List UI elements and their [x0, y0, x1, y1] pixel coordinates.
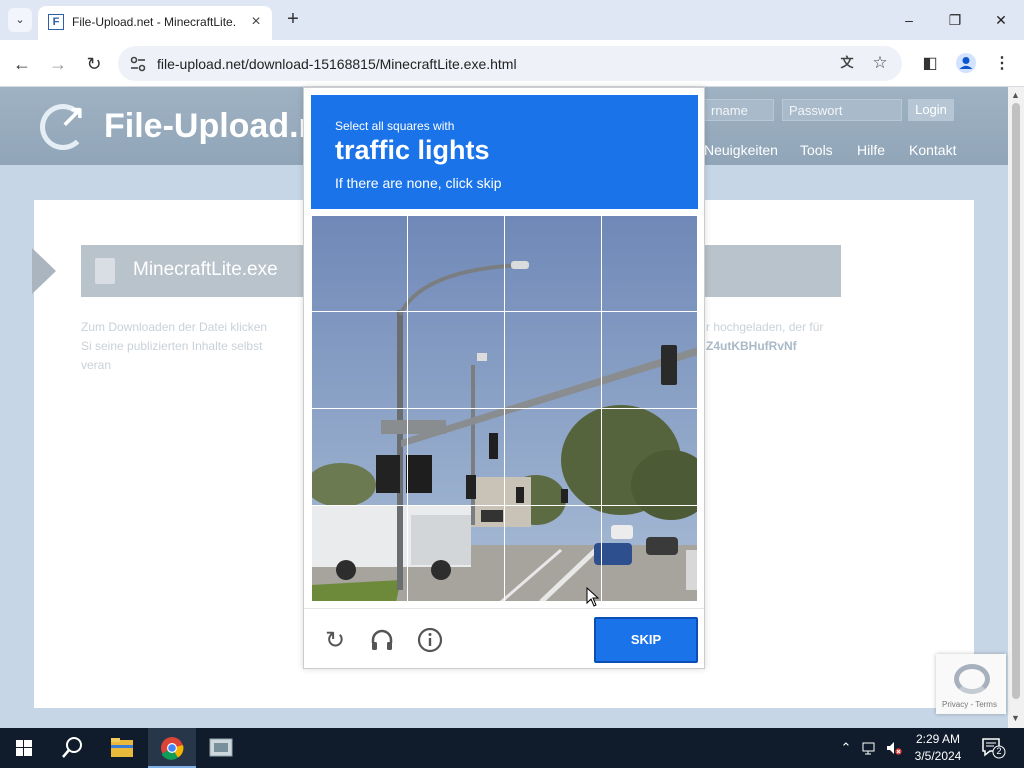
- recaptcha-logo-icon: [954, 664, 990, 694]
- clock-time: 2:29 AM: [915, 732, 961, 746]
- tab-favicon-icon: F: [48, 14, 64, 30]
- headphones-icon[interactable]: [368, 627, 396, 655]
- chevron-up-icon[interactable]: ⌃: [838, 740, 854, 756]
- page-scrollbar[interactable]: ▲ ▼: [1008, 87, 1024, 728]
- info-text-line: r hochgeladen, der für: [706, 320, 824, 334]
- file-explorer-icon[interactable]: [98, 728, 146, 768]
- site-logo[interactable]: File-Upload.n: [104, 107, 319, 146]
- plus-icon[interactable]: +: [282, 8, 304, 30]
- password-field[interactable]: Passwort: [782, 99, 902, 121]
- scroll-thumb[interactable]: [1012, 103, 1020, 699]
- clock-date: 3/5/2024: [914, 749, 962, 763]
- app-window-icon[interactable]: [198, 728, 246, 768]
- download-info-text: Zum Downloaden der Datei klicken Si sein…: [81, 320, 268, 372]
- nav-item-kontakt[interactable]: Kontakt: [909, 142, 956, 158]
- captcha-tile-13[interactable]: [311, 505, 408, 602]
- windows-taskbar: ⌃ 2:29 AM 3/5/2024 2: [0, 728, 1024, 768]
- volume-muted-icon[interactable]: [886, 740, 902, 756]
- logo-arrow-icon: ↗: [60, 100, 86, 133]
- close-window-icon[interactable]: ✕: [988, 8, 1014, 32]
- captcha-hint: If there are none, click skip: [335, 175, 502, 191]
- captcha-tile-16[interactable]: [601, 505, 698, 602]
- translate-icon[interactable]: 文: [836, 52, 858, 74]
- captcha-tile-6[interactable]: [407, 311, 505, 409]
- url-text: file-upload.net/download-15168815/Minecr…: [157, 56, 517, 72]
- restore-icon[interactable]: ❐: [942, 8, 968, 32]
- start-button[interactable]: [0, 728, 48, 768]
- system-clock[interactable]: 2:29 AM 3/5/2024: [906, 731, 970, 765]
- scroll-up-icon[interactable]: ▲: [1011, 90, 1020, 100]
- minimize-icon[interactable]: –: [896, 8, 922, 32]
- search-icon[interactable]: [48, 728, 96, 768]
- side-panel-icon[interactable]: ◧: [918, 52, 942, 76]
- username-field[interactable]: rname: [704, 99, 774, 121]
- nav-item-hilfe[interactable]: Hilfe: [857, 142, 885, 158]
- reload-icon[interactable]: ↻: [81, 51, 107, 77]
- download-info-text-right: r hochgeladen, der für Z4utKBHufRvNf: [706, 318, 823, 356]
- captcha-tile-10[interactable]: [407, 408, 505, 506]
- file-id-link[interactable]: Z4utKBHufRvNf: [706, 337, 823, 356]
- captcha-footer: ↻ SKIP: [304, 608, 704, 668]
- browser-toolbar: ← → ↻ file-upload.net/download-15168815/…: [0, 40, 1024, 87]
- recaptcha-badge[interactable]: Privacy - Terms: [936, 654, 1006, 714]
- captcha-tile-9[interactable]: [311, 408, 408, 506]
- captcha-header: Select all squares with traffic lights I…: [311, 95, 698, 209]
- captcha-image-grid: [311, 215, 698, 602]
- close-icon[interactable]: ×: [246, 12, 266, 32]
- profile-icon[interactable]: [954, 52, 978, 76]
- forward-arrow-icon[interactable]: →: [45, 51, 71, 77]
- address-bar[interactable]: file-upload.net/download-15168815/Minecr…: [118, 46, 902, 81]
- captcha-tile-11[interactable]: [504, 408, 602, 506]
- network-icon[interactable]: [862, 740, 878, 756]
- skip-button[interactable]: SKIP: [594, 617, 698, 663]
- login-button[interactable]: Login: [908, 99, 954, 121]
- nav-item-neuigkeiten[interactable]: Neuigkeiten: [704, 142, 778, 158]
- tab-title: File-Upload.net - MinecraftLite.: [72, 15, 237, 29]
- captcha-challenge: Select all squares with traffic lights I…: [303, 87, 705, 669]
- menu-dots-icon[interactable]: ⋮: [990, 52, 1014, 76]
- captcha-tile-1[interactable]: [311, 215, 408, 312]
- captcha-tile-4[interactable]: [601, 215, 698, 312]
- captcha-target: traffic lights: [335, 135, 490, 165]
- captcha-tile-8[interactable]: [601, 311, 698, 409]
- file-icon: [95, 258, 115, 284]
- site-info-icon[interactable]: [128, 54, 148, 74]
- notification-center-icon[interactable]: 2: [980, 736, 1006, 760]
- file-name: MinecraftLite.exe: [133, 259, 278, 280]
- windows-logo-icon: [16, 740, 32, 756]
- recaptcha-terms[interactable]: Privacy - Terms: [942, 700, 997, 709]
- notification-count: 2: [996, 746, 1002, 756]
- tab-list-icon[interactable]: ⌄: [8, 8, 32, 32]
- ribbon-arrow-icon: [32, 248, 56, 294]
- captcha-tile-3[interactable]: [504, 215, 602, 312]
- browser-tab-bar: ⌄ F File-Upload.net - MinecraftLite. × +…: [0, 0, 1024, 40]
- browser-tab[interactable]: F File-Upload.net - MinecraftLite. ×: [38, 6, 272, 40]
- mouse-cursor-icon: [586, 587, 600, 607]
- captcha-tile-12[interactable]: [601, 408, 698, 506]
- back-arrow-icon[interactable]: ←: [9, 51, 35, 77]
- captcha-tile-5[interactable]: [311, 311, 408, 409]
- scroll-down-icon[interactable]: ▼: [1011, 713, 1020, 723]
- star-icon[interactable]: ☆: [869, 52, 891, 74]
- chrome-icon[interactable]: [148, 728, 196, 768]
- info-icon[interactable]: [416, 627, 444, 655]
- captcha-instruction: Select all squares with: [335, 119, 455, 133]
- nav-item-tools[interactable]: Tools: [800, 142, 833, 158]
- captcha-tile-7[interactable]: [504, 311, 602, 409]
- reload-icon[interactable]: ↻: [321, 627, 349, 655]
- captcha-tile-2[interactable]: [407, 215, 505, 312]
- captcha-tile-14[interactable]: [407, 505, 505, 602]
